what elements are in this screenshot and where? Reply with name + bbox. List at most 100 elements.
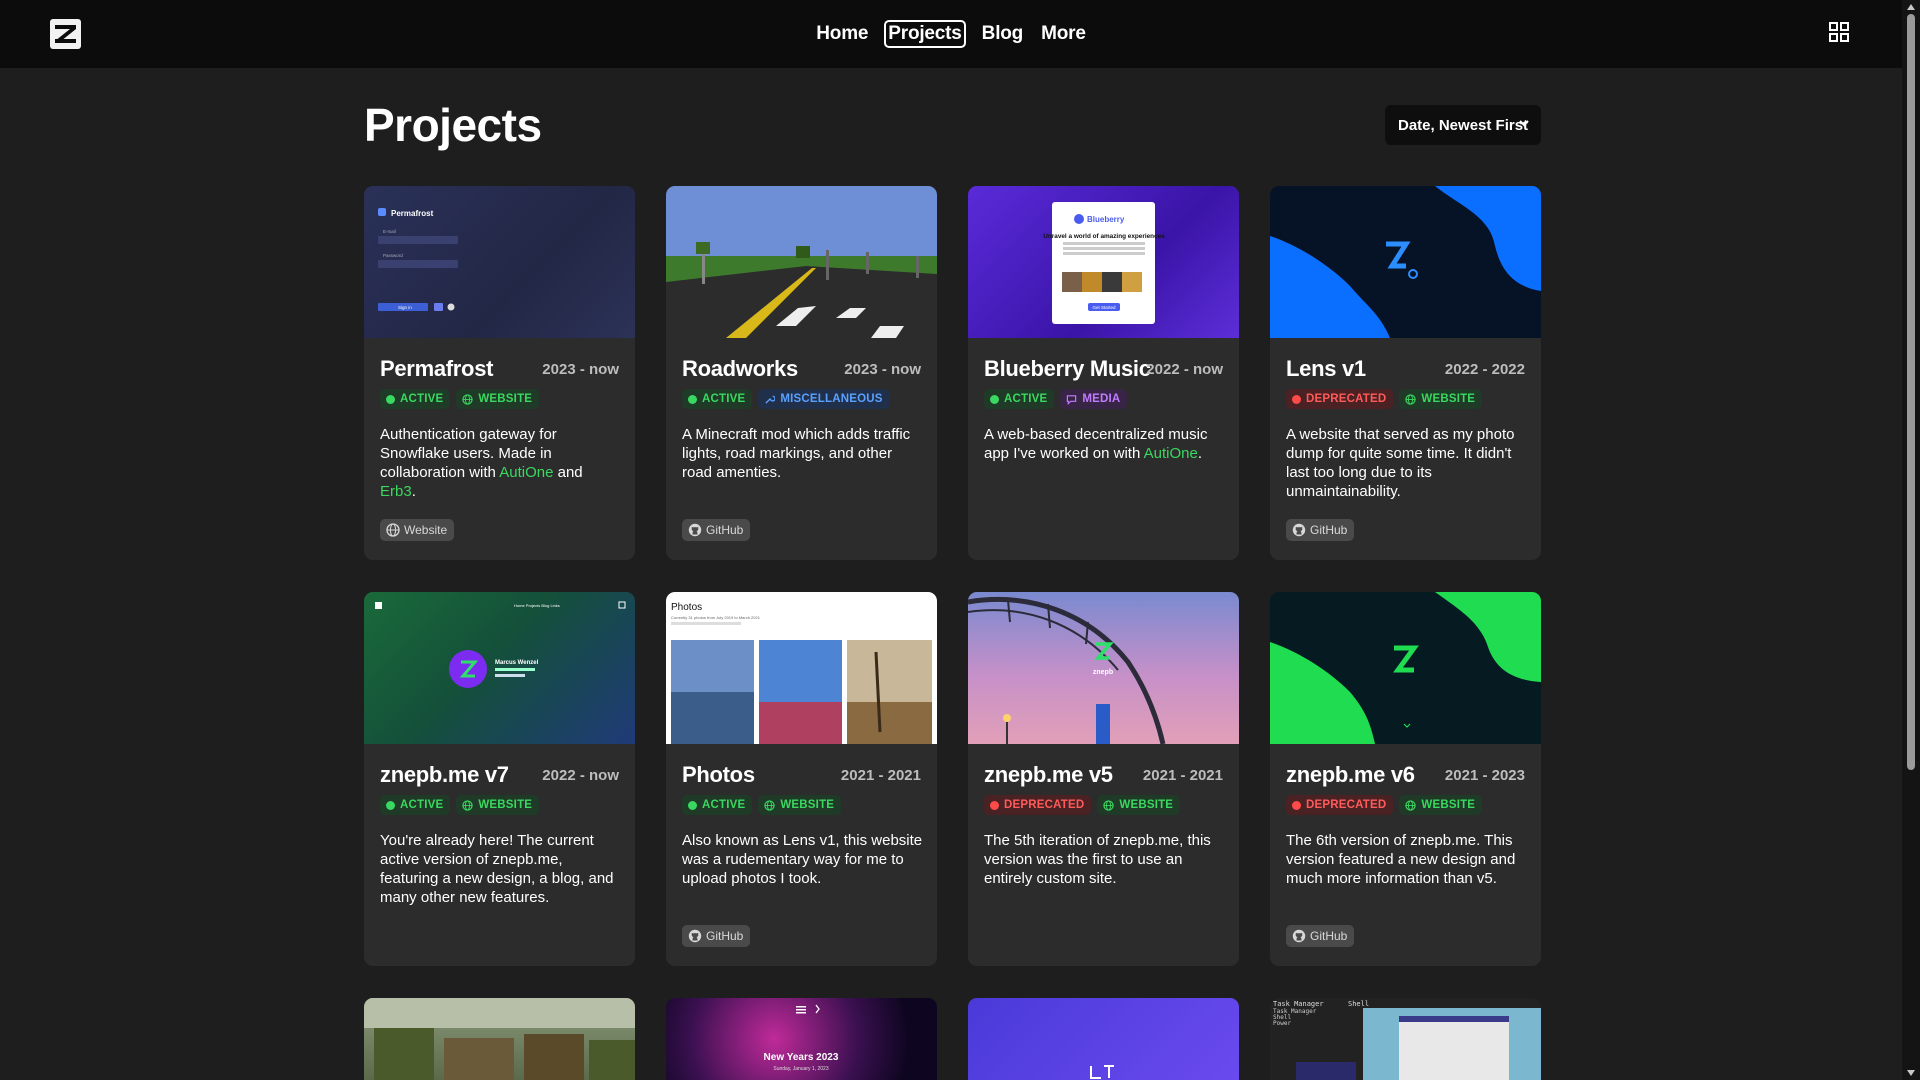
github-button[interactable]: GitHub bbox=[1286, 519, 1355, 541]
project-card-znepb-v7[interactable]: Home Projects Blog Links Marcus Wenzel z… bbox=[364, 592, 635, 966]
nav-more[interactable]: More bbox=[1039, 21, 1088, 47]
status-badge: ACTIVE bbox=[380, 389, 451, 409]
project-title: Roadworks bbox=[682, 356, 798, 381]
project-card-blueberry-music[interactable]: Blueberry Unravel a world of amazing exp… bbox=[968, 186, 1239, 560]
permafrost-brand-text: Permafrost bbox=[391, 209, 434, 218]
photos-title-text: Photos bbox=[671, 602, 702, 613]
project-card-znepb-v5[interactable]: znepb znepb.me v5 2021 - 2021 DEPRECATED… bbox=[968, 592, 1239, 966]
sort-select-value: Date, Newest First bbox=[1398, 116, 1529, 134]
project-card-permafrost[interactable]: Permafrost E-mail Password Sign in Perma… bbox=[364, 186, 635, 560]
tm-menu-3: Power bbox=[1273, 1020, 1291, 1027]
page-title: Projects bbox=[364, 99, 542, 151]
newyears-title-text: New Years 2023 bbox=[764, 1052, 839, 1063]
github-button[interactable]: GitHub bbox=[682, 519, 751, 541]
project-thumbnail: Permafrost E-mail Password Sign in bbox=[364, 186, 635, 338]
project-years: 2021 - 2021 bbox=[840, 767, 921, 784]
github-icon bbox=[688, 929, 702, 943]
scroll-down-arrow-icon[interactable] bbox=[1907, 1070, 1915, 1076]
project-card-photos[interactable]: Photos Currently 31 photos from July 201… bbox=[666, 592, 937, 966]
github-button[interactable]: GitHub bbox=[1286, 925, 1355, 947]
project-years: 2022 - now bbox=[542, 767, 619, 784]
project-title: znepb.me v6 bbox=[1286, 762, 1415, 787]
type-badge: MEDIA bbox=[1060, 389, 1128, 409]
status-badge: DEPRECATED bbox=[1286, 795, 1394, 815]
status-badge: DEPRECATED bbox=[1286, 389, 1394, 409]
v7-name-text: Marcus Wenzel bbox=[495, 660, 539, 666]
status-badge: ACTIVE bbox=[682, 389, 753, 409]
blueberry-cta-text: Get Started bbox=[1092, 305, 1116, 310]
status-dot-icon bbox=[386, 800, 395, 810]
link-erb3[interactable]: Erb3 bbox=[380, 483, 412, 500]
project-card-row3-3[interactable] bbox=[968, 998, 1239, 1080]
globe-icon bbox=[1405, 799, 1417, 811]
project-card-roadworks[interactable]: Roadworks 2023 - now ACTIVE MISCELLANEOU… bbox=[666, 186, 937, 560]
status-dot-icon bbox=[1292, 394, 1301, 404]
globe-icon bbox=[1103, 799, 1115, 811]
project-title: znepb.me v5 bbox=[984, 762, 1113, 787]
globe-icon bbox=[764, 799, 776, 811]
project-card-row3-4[interactable]: Task Manager Shell Task Manager Shell Po… bbox=[1270, 998, 1541, 1080]
wrench-icon bbox=[765, 395, 776, 404]
status-dot-icon bbox=[386, 394, 395, 404]
v7-nav-text: Home Projects Blog Links bbox=[514, 603, 560, 608]
project-thumbnail: New Years 2023 Sunday, January 1, 2023 bbox=[666, 998, 937, 1080]
project-description: The 5th iteration of znepb.me, this vers… bbox=[984, 832, 1211, 887]
page-scrollbar[interactable] bbox=[1902, 0, 1920, 1080]
newyears-date-text: Sunday, January 1, 2023 bbox=[773, 1066, 828, 1072]
project-years: 2023 - now bbox=[542, 361, 619, 378]
project-years: 2023 - now bbox=[844, 361, 921, 378]
status-dot-icon bbox=[688, 800, 697, 810]
nav-projects[interactable]: Projects bbox=[884, 20, 966, 48]
github-button[interactable]: GitHub bbox=[682, 925, 751, 947]
tm-shell-text: Shell bbox=[1348, 1000, 1369, 1008]
project-card-row3-2[interactable]: New Years 2023 Sunday, January 1, 2023 bbox=[666, 998, 937, 1080]
scroll-thumb[interactable] bbox=[1907, 14, 1915, 770]
website-button[interactable]: Website bbox=[380, 519, 455, 541]
project-description: A website that served as my photo dump f… bbox=[1286, 426, 1515, 500]
project-thumbnail bbox=[364, 998, 635, 1080]
nav-home[interactable]: Home bbox=[814, 21, 870, 47]
github-icon bbox=[688, 523, 702, 537]
status-dot-icon bbox=[990, 394, 999, 404]
type-badge: WEBSITE bbox=[1097, 795, 1181, 815]
project-thumbnail bbox=[1270, 592, 1541, 744]
globe-icon bbox=[462, 393, 474, 405]
type-badge: MISCELLANEOUS bbox=[758, 389, 890, 409]
project-title: Photos bbox=[682, 762, 755, 787]
link-autione[interactable]: AutiOne bbox=[499, 464, 553, 481]
type-badge: WEBSITE bbox=[758, 795, 842, 815]
project-title: znepb.me v7 bbox=[380, 762, 509, 787]
link-autione[interactable]: AutiOne bbox=[1144, 445, 1198, 462]
tm-title-text: Task Manager bbox=[1273, 1000, 1324, 1008]
top-nav-bar: Home Projects Blog More bbox=[0, 0, 1902, 68]
blueberry-headline-text: Unravel a world of amazing experiences bbox=[1043, 233, 1165, 240]
project-years: 2021 - 2023 bbox=[1444, 767, 1525, 784]
nav-blog[interactable]: Blog bbox=[980, 21, 1025, 47]
grid-icon[interactable] bbox=[1829, 22, 1849, 42]
project-title: Permafrost bbox=[380, 356, 494, 381]
type-badge: WEBSITE bbox=[1399, 389, 1483, 409]
project-thumbnail: Home Projects Blog Links Marcus Wenzel bbox=[364, 592, 635, 744]
permafrost-signin-label: Sign in bbox=[398, 305, 412, 310]
project-card-row3-1[interactable] bbox=[364, 998, 635, 1080]
project-card-znepb-v6[interactable]: znepb.me v6 2021 - 2023 DEPRECATED WEBSI… bbox=[1270, 592, 1541, 966]
scroll-up-arrow-icon[interactable] bbox=[1907, 4, 1915, 10]
status-dot-icon bbox=[1292, 800, 1301, 810]
v5-label-text: znepb bbox=[1093, 669, 1113, 676]
project-thumbnail: Photos Currently 31 photos from July 201… bbox=[666, 592, 937, 744]
status-dot-icon bbox=[688, 394, 697, 404]
globe-icon bbox=[386, 523, 400, 537]
github-icon bbox=[1292, 523, 1306, 537]
project-card-lens-v1[interactable]: Lens v1 2022 - 2022 DEPRECATED WEBSITE A… bbox=[1270, 186, 1541, 560]
blueberry-brand-text: Blueberry bbox=[1087, 215, 1125, 224]
status-badge: ACTIVE bbox=[984, 389, 1055, 409]
project-description: A Minecraft mod which adds traffic light… bbox=[682, 426, 911, 481]
project-description: The 6th version of znepb.me. This versio… bbox=[1286, 832, 1516, 887]
project-thumbnail bbox=[968, 998, 1239, 1080]
project-thumbnail: Task Manager Shell Task Manager Shell Po… bbox=[1270, 998, 1541, 1080]
chevron-down-icon bbox=[1519, 120, 1529, 127]
sort-select[interactable]: Date, Newest First bbox=[1385, 105, 1541, 145]
status-dot-icon bbox=[990, 800, 999, 810]
github-icon bbox=[1292, 929, 1306, 943]
project-years: 2022 - 2022 bbox=[1444, 361, 1525, 378]
